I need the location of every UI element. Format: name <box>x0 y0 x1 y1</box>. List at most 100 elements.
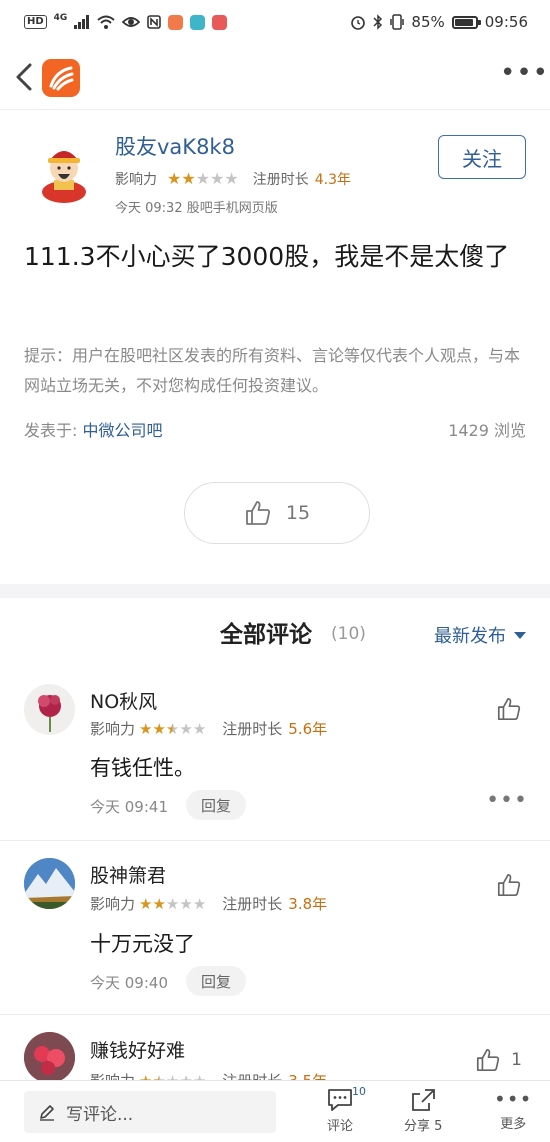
comment-like-button[interactable]: 1 <box>475 1047 522 1073</box>
influence-rating: ★★★★★ <box>139 896 206 912</box>
comment-meta: 影响力 ★ ★ ★ ★ ★ 注册时长 5.6年 <box>90 718 327 739</box>
app-notification-icon <box>168 14 184 30</box>
thumbs-up-icon <box>497 697 521 721</box>
star-icon: ★ <box>139 894 153 913</box>
share-icon <box>412 1089 436 1111</box>
more-dots-icon: ••• <box>500 58 550 88</box>
influence-label: 影响力 <box>90 895 136 913</box>
influence-label: 影响力 <box>115 172 157 188</box>
reg-years: 4.3年 <box>314 172 351 188</box>
comment-tab-button[interactable]: 10 评论 <box>326 1085 366 1134</box>
comment-avatar[interactable] <box>24 1032 75 1080</box>
post-like-button[interactable]: 15 <box>184 482 370 544</box>
star-icon: ★ <box>195 169 211 188</box>
nfc-icon <box>147 15 162 29</box>
reply-button[interactable]: 回复 <box>186 790 246 820</box>
influence-label: 影响力 <box>90 720 136 738</box>
comment-text: 十万元没了 <box>90 932 195 956</box>
comment-like-button[interactable] <box>496 872 522 898</box>
write-comment-placeholder: 写评论... <box>66 1104 134 1125</box>
sort-dropdown[interactable]: 最新发布 <box>434 622 526 648</box>
star-icon: ★ <box>165 894 180 913</box>
app-notification-icon <box>190 14 206 30</box>
follow-button[interactable]: 关注 <box>438 135 526 179</box>
influence-label: 影响力 <box>90 1070 135 1080</box>
comment-time: 今天 09:40 <box>90 974 168 992</box>
app-logo-icon[interactable] <box>42 59 80 97</box>
more-label: 更多 <box>500 1117 527 1132</box>
wifi-icon <box>97 15 115 29</box>
comments-count: (10) <box>331 624 366 644</box>
star-icon: ★ <box>167 169 182 188</box>
reply-button[interactable]: 回复 <box>186 966 246 996</box>
comment-username[interactable]: 股神箫君 <box>90 861 166 888</box>
star-icon: ★ <box>210 169 225 188</box>
reg-label: 注册时长 <box>222 895 283 913</box>
forum-link[interactable]: 中微公司吧 <box>83 421 163 440</box>
comment-like-button[interactable] <box>496 696 522 722</box>
star-icon: ★ <box>166 1073 179 1081</box>
comment-username[interactable]: 赚钱好好难 <box>90 1036 185 1063</box>
reg-label: 注册时长 <box>252 172 309 188</box>
star-icon: ★ <box>152 1073 165 1081</box>
star-icon: ★ <box>152 894 166 913</box>
chevron-left-icon <box>16 63 32 91</box>
comment-separator <box>0 1014 550 1015</box>
status-left: HD 4G <box>24 13 228 30</box>
reg-years: 3.8年 <box>288 895 328 913</box>
comment-item: 股神箫君 影响力 ★ ★ ★ ★ ★ 注册时长 3.8年 十万元没了 今天 09:40 … <box>0 846 550 1014</box>
disclaimer-text: 提示：用户在股吧社区发表的所有资料、言论等仅代表个人观点，与本网站立场无关，不对… <box>24 346 521 395</box>
star-icon: ★ <box>181 169 196 188</box>
section-divider <box>0 584 550 598</box>
write-comment-input[interactable]: 写评论... <box>24 1091 276 1133</box>
reg-label: 注册时长 <box>222 720 283 738</box>
comment-like-count: 1 <box>511 1050 522 1070</box>
star-icon: ★ <box>152 719 166 738</box>
influence-rating: ★★★★★ <box>139 1073 206 1081</box>
comment-username[interactable]: NO秋风 <box>90 687 157 714</box>
more-button[interactable]: ••• 更多 <box>494 1087 532 1132</box>
author-avatar[interactable] <box>32 140 96 204</box>
thumbs-up-icon <box>497 873 521 897</box>
star-icon: ★ <box>192 719 207 738</box>
star-icon: ★ <box>179 1073 192 1081</box>
comment-avatar[interactable] <box>24 684 75 735</box>
network-type: 4G <box>53 13 68 23</box>
influence-rating: ★★★★★ <box>167 171 239 187</box>
share-button[interactable]: 分享 5 <box>404 1087 442 1134</box>
comment-text: 有钱任性。 <box>90 756 195 780</box>
back-button[interactable] <box>10 60 40 94</box>
thumbs-up-icon <box>477 1048 500 1072</box>
comment-avatar[interactable] <box>24 858 75 909</box>
star-icon: ★ <box>179 719 193 738</box>
posted-in-label: 发表于: <box>24 421 78 440</box>
comment-meta: 影响力 ★★★★★ 注册时长 3.5年 <box>90 1070 327 1080</box>
pencil-icon <box>40 1105 54 1121</box>
app-notification-icon <box>212 14 228 30</box>
comment-time: 今天 09:41 <box>90 798 168 816</box>
caret-down-icon <box>514 631 526 639</box>
author-meta: 影响力 ★ ★ ★ ★ ★ 注册时长 4.3年 <box>115 169 351 189</box>
comment-more-button[interactable]: ••• <box>486 788 528 813</box>
signal-icon <box>74 15 90 29</box>
influence-rating: ★★★★★ <box>139 721 206 737</box>
reg-years: 5.6年 <box>288 720 328 738</box>
hd-indicator: HD <box>24 15 47 29</box>
status-right: 85% 09:56 <box>350 13 528 31</box>
thumbs-up-icon <box>246 501 270 525</box>
author-name[interactable]: 股友vaK8k8 <box>115 131 235 161</box>
star-icon: ★ <box>139 719 153 738</box>
battery-icon <box>451 15 481 29</box>
star-icon: ★ <box>224 169 239 188</box>
post-title: 111.3不小心买了3000股，我是不是太傻了 <box>24 242 510 271</box>
sort-label: 最新发布 <box>434 626 506 647</box>
more-dots-icon: ••• <box>494 1087 533 1111</box>
status-bar: HD 4G 85% 09:56 <box>0 0 550 44</box>
star-icon: ★ <box>192 894 207 913</box>
reg-label: 注册时长 <box>222 1070 282 1080</box>
star-icon: ★ <box>165 719 180 738</box>
post-like-count: 15 <box>285 502 311 524</box>
comment-count-badge: 10 <box>352 1085 366 1098</box>
vibrate-icon <box>390 14 405 30</box>
more-menu-button[interactable]: ••• <box>500 60 548 90</box>
